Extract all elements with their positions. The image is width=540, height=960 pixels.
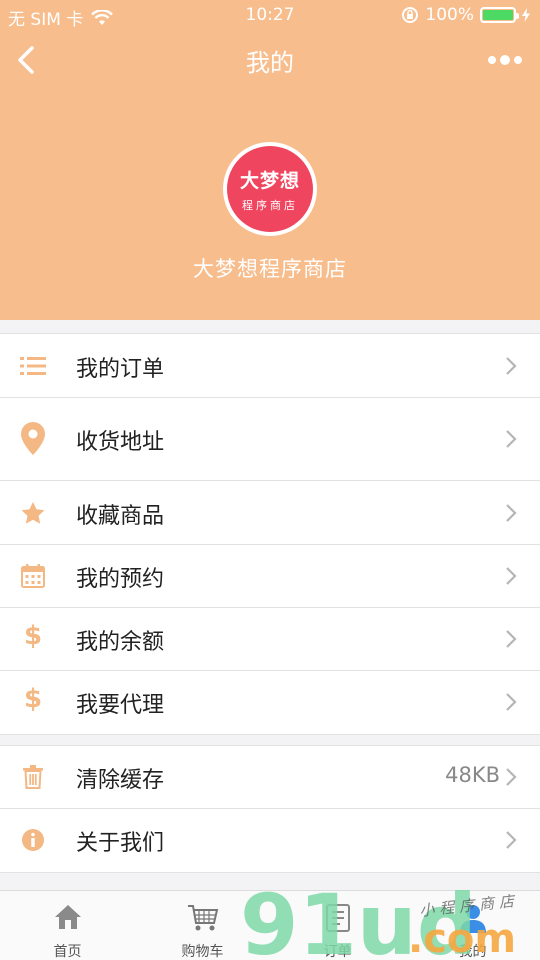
cart-icon bbox=[187, 905, 218, 931]
menu-item-balance[interactable]: $ 我的余额 bbox=[0, 608, 540, 671]
tab-label: 首页 bbox=[53, 944, 82, 960]
menu-item-appointments[interactable]: 我的预约 bbox=[0, 545, 540, 608]
chevron-right-icon bbox=[506, 357, 517, 375]
tab-cart[interactable]: 购物车 bbox=[135, 891, 270, 960]
star-icon bbox=[21, 502, 45, 524]
tab-label: 购物车 bbox=[181, 944, 224, 960]
chevron-right-icon bbox=[506, 567, 517, 585]
logo-text-sub: 程序商店 bbox=[242, 198, 298, 212]
menu-item-label: 关于我们 bbox=[76, 831, 165, 856]
user-icon bbox=[459, 905, 486, 933]
order-list-icon bbox=[325, 904, 350, 932]
cache-size-value: 48KB bbox=[445, 763, 500, 787]
tab-label: 订单 bbox=[323, 944, 352, 960]
list-icon bbox=[20, 357, 46, 375]
menu-item-label: 收藏商品 bbox=[76, 504, 165, 529]
settings-group: 清除缓存 48KB 关于我们 bbox=[0, 745, 540, 873]
more-options-icon[interactable] bbox=[488, 52, 522, 68]
menu-item-agent[interactable]: $ 我要代理 bbox=[0, 671, 540, 734]
menu-item-about[interactable]: 关于我们 bbox=[0, 809, 540, 872]
store-name: 大梦想程序商店 bbox=[193, 257, 347, 281]
menu-item-label: 清除缓存 bbox=[76, 768, 165, 793]
chevron-right-icon bbox=[506, 768, 517, 786]
menu-item-label: 我的余额 bbox=[76, 630, 165, 655]
menu-item-label: 我的预约 bbox=[76, 567, 165, 592]
home-icon bbox=[54, 905, 81, 929]
trash-icon bbox=[23, 765, 43, 789]
battery-icon bbox=[480, 7, 519, 23]
profile-header: 无 SIM 卡 10:27 100% 我的 大梦想 程序商店 大梦想程序商店 bbox=[0, 0, 540, 320]
location-pin-icon bbox=[21, 422, 45, 455]
chevron-right-icon bbox=[506, 630, 517, 648]
menu-item-address[interactable]: 收货地址 bbox=[0, 398, 540, 481]
tab-orders[interactable]: 订单 bbox=[270, 891, 405, 960]
menu-item-orders[interactable]: 我的订单 bbox=[0, 334, 540, 398]
menu-group: 我的订单 收货地址 收藏商品 我的预约 $ 我的余额 $ 我要代理 bbox=[0, 333, 540, 735]
chevron-right-icon bbox=[506, 831, 517, 849]
chevron-right-icon bbox=[506, 430, 517, 448]
menu-item-clear-cache[interactable]: 清除缓存 48KB bbox=[0, 746, 540, 809]
tab-mine[interactable]: 我的 bbox=[405, 891, 540, 960]
status-bar: 无 SIM 卡 10:27 100% bbox=[0, 0, 540, 30]
dollar-icon: $ bbox=[23, 621, 43, 651]
page-title: 我的 bbox=[246, 49, 294, 77]
navigation-bar: 我的 bbox=[0, 30, 540, 90]
charging-icon bbox=[522, 8, 530, 22]
battery-percent: 100% bbox=[425, 5, 474, 25]
menu-item-favorites[interactable]: 收藏商品 bbox=[0, 481, 540, 545]
menu-item-label: 我的订单 bbox=[76, 357, 165, 382]
rotation-lock-icon bbox=[402, 7, 419, 23]
chevron-right-icon bbox=[506, 504, 517, 522]
menu-item-label: 我要代理 bbox=[76, 693, 165, 718]
tab-bar: 首页 购物车 订单 我的 bbox=[0, 890, 540, 960]
logo-text-main: 大梦想 bbox=[239, 169, 300, 192]
info-icon bbox=[22, 829, 44, 851]
tab-label: 我的 bbox=[458, 944, 487, 960]
chevron-right-icon bbox=[506, 693, 517, 711]
calendar-icon bbox=[21, 564, 45, 588]
dollar-icon: $ bbox=[23, 684, 43, 714]
tab-home[interactable]: 首页 bbox=[0, 891, 135, 960]
store-logo: 大梦想 程序商店 bbox=[223, 142, 317, 236]
menu-item-label: 收货地址 bbox=[76, 430, 165, 455]
